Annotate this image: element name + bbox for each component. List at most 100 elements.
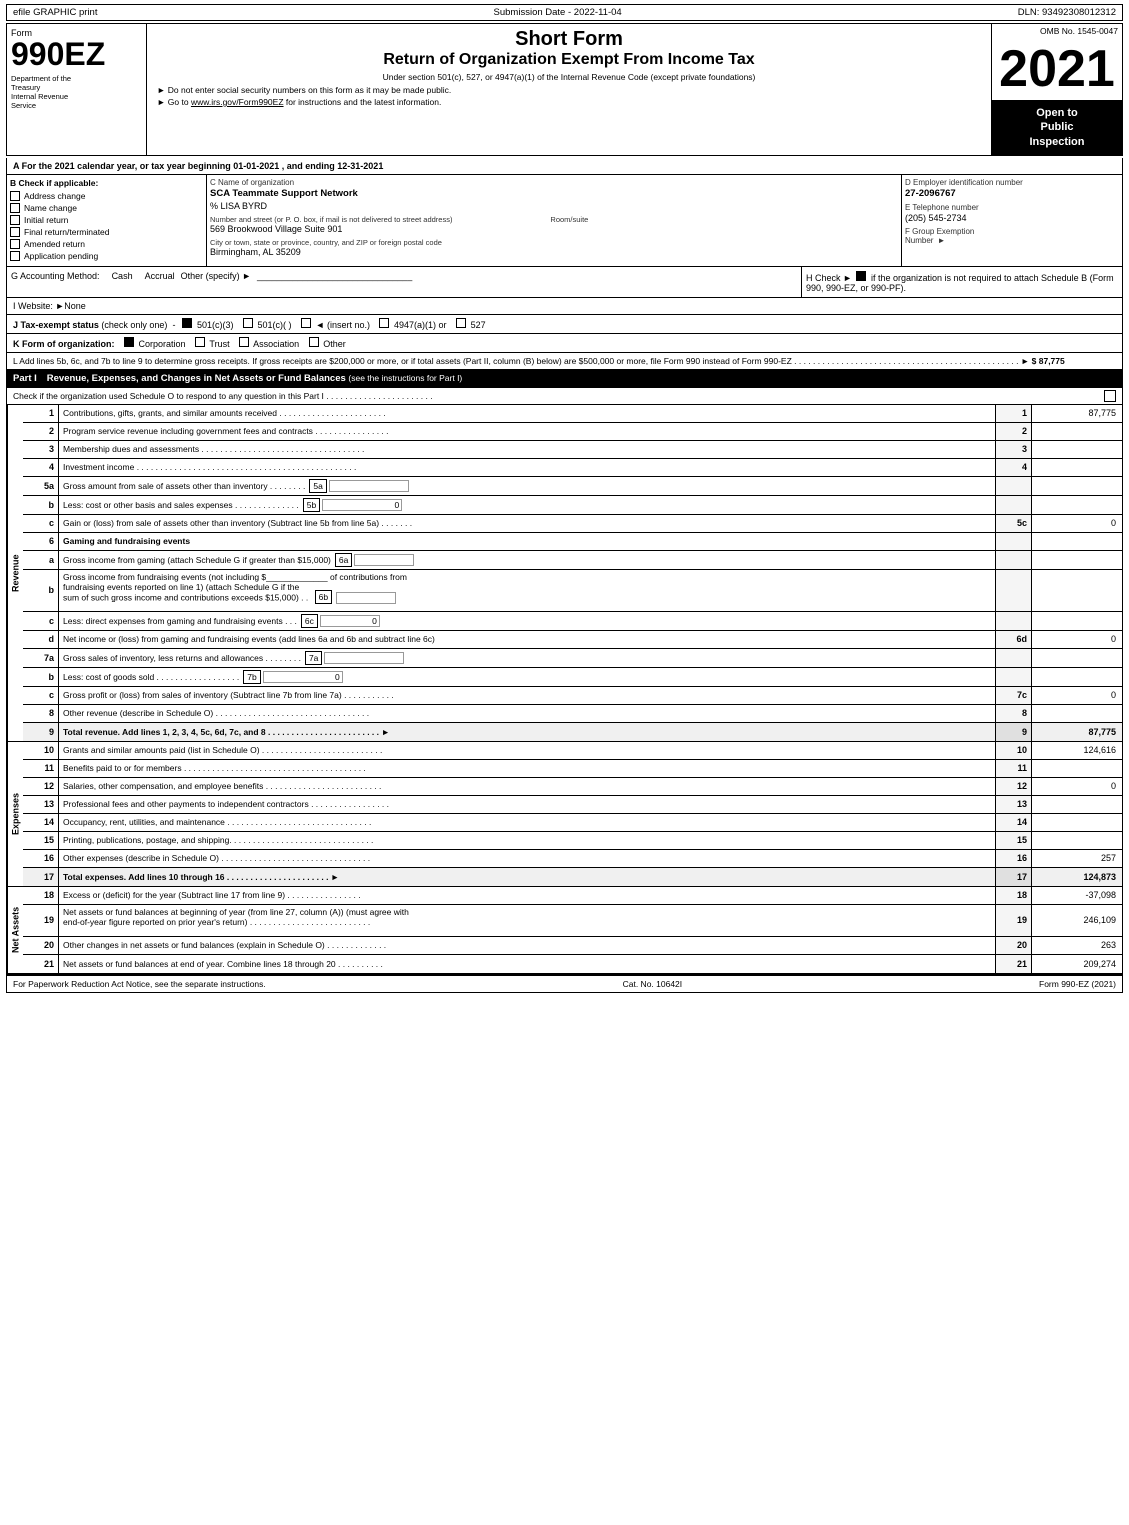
address-change-label: Address change [24, 191, 85, 201]
ein: 27-2096767 [905, 188, 1119, 199]
irs-link[interactable]: www.irs.gov/Form990EZ [191, 97, 284, 107]
dln: DLN: 93492308012312 [1018, 7, 1116, 18]
col-b: B Check if applicable: Address change Na… [7, 175, 207, 266]
checkbox-corporation[interactable] [124, 337, 134, 347]
checkbox-other-k[interactable] [309, 337, 319, 347]
cash-label: Cash [112, 271, 133, 281]
checkbox-final-return[interactable] [10, 227, 20, 237]
row-20: 20 Other changes in net assets or fund b… [23, 937, 1122, 955]
checkbox-amended-return[interactable] [10, 239, 20, 249]
h-text: if the organization is not required to a… [806, 273, 1114, 293]
j-note: (check only one) [101, 320, 167, 330]
row15-label: Printing, publications, postage, and shi… [59, 832, 996, 849]
h-label: H Check ► [806, 273, 852, 283]
checkbox-insert[interactable] [301, 318, 311, 328]
street-address: 569 Brookwood Village Suite 901 [210, 224, 898, 234]
checkbox-4947[interactable] [379, 318, 389, 328]
j-insert: ◄ (insert no.) [316, 320, 370, 330]
checkbox-501c3[interactable] [182, 318, 192, 328]
omb-number: OMB No. 1545-0047 [992, 24, 1122, 38]
row20-value: 263 [1032, 937, 1122, 954]
city: Birmingham, AL 35209 [210, 247, 898, 257]
row19-num: 19 [23, 905, 59, 936]
row6-label: Gaming and fundraising events [59, 533, 996, 550]
row10-num: 10 [23, 742, 59, 759]
row-11: 11 Benefits paid to or for members . . .… [23, 760, 1122, 778]
row-8: 8 Other revenue (describe in Schedule O)… [23, 705, 1122, 723]
revenue-section: Revenue 1 Contributions, gifts, grants, … [6, 405, 1123, 742]
row3-num: 3 [23, 441, 59, 458]
row6c-num: c [23, 612, 59, 630]
row9-num: 9 [23, 723, 59, 741]
row-14: 14 Occupancy, rent, utilities, and maint… [23, 814, 1122, 832]
row19-label: Net assets or fund balances at beginning… [59, 905, 996, 936]
net-assets-side-label: Net Assets [7, 887, 23, 973]
row11-label: Benefits paid to or for members . . . . … [59, 760, 996, 777]
row-6c: c Less: direct expenses from gaming and … [23, 612, 1122, 631]
section-i: I Website: ►None [6, 298, 1123, 315]
row5b-num: b [23, 496, 59, 514]
check-name-change: Name change [10, 203, 203, 213]
form-990ez: 990EZ [11, 38, 142, 70]
row10-value: 124,616 [1032, 742, 1122, 759]
row6b-num: b [23, 570, 59, 611]
checkbox-application-pending[interactable] [10, 251, 20, 261]
checkbox-527[interactable] [456, 318, 466, 328]
form-title-box: Short Form Return of Organization Exempt… [147, 24, 992, 155]
j-label: J Tax-exempt status [13, 320, 99, 330]
row5a-numright [996, 477, 1032, 495]
e-label: E Telephone number [905, 203, 1119, 212]
j-501c3: 501(c)(3) [197, 320, 234, 330]
row1-label: Contributions, gifts, grants, and simila… [59, 405, 996, 422]
row13-numright: 13 [996, 796, 1032, 813]
row4-numright: 4 [996, 459, 1032, 476]
row1-value: 87,775 [1032, 405, 1122, 422]
section-l: L Add lines 5b, 6c, and 7b to line 9 to … [6, 353, 1123, 370]
group-row: Number ► [905, 236, 1119, 245]
checkbox-address-change[interactable] [10, 191, 20, 201]
row21-label: Net assets or fund balances at end of ye… [59, 955, 996, 973]
row14-num: 14 [23, 814, 59, 831]
expenses-side-label: Expenses [7, 742, 23, 886]
checkbox-name-change[interactable] [10, 203, 20, 213]
checkbox-schedule-o[interactable] [1104, 390, 1116, 402]
row16-value: 257 [1032, 850, 1122, 867]
row6d-label: Net income or (loss) from gaming and fun… [59, 631, 996, 648]
row12-label: Salaries, other compensation, and employ… [59, 778, 996, 795]
instruction2: ► Go to www.irs.gov/Form990EZ for instru… [157, 97, 981, 107]
g-label: G Accounting Method: [11, 271, 100, 281]
instruction1: ► Do not enter social security numbers o… [157, 85, 981, 95]
c-label: C Name of organization [210, 178, 898, 187]
checkbox-initial-return[interactable] [10, 215, 20, 225]
row16-label: Other expenses (describe in Schedule O) … [59, 850, 996, 867]
row-10: 10 Grants and similar amounts paid (list… [23, 742, 1122, 760]
row6-numright [996, 533, 1032, 550]
row6a-numright [996, 551, 1032, 569]
d-label: D Employer identification number [905, 178, 1119, 187]
phone: (205) 545-2734 [905, 213, 1119, 223]
row14-numright: 14 [996, 814, 1032, 831]
row2-num: 2 [23, 423, 59, 440]
initial-return-label: Initial return [24, 215, 68, 225]
row-2: 2 Program service revenue including gove… [23, 423, 1122, 441]
row7a-num: 7a [23, 649, 59, 667]
top-bar: efile GRAPHIC print Submission Date - 20… [6, 4, 1123, 21]
k-corporation: Corporation [139, 339, 186, 349]
row19-numright: 19 [996, 905, 1032, 936]
checkbox-trust[interactable] [195, 337, 205, 347]
row2-numright: 2 [996, 423, 1032, 440]
amended-return-label: Amended return [24, 239, 85, 249]
checkbox-h[interactable] [856, 271, 866, 281]
section-k: K Form of organization: Corporation Trus… [6, 334, 1123, 353]
row12-num: 12 [23, 778, 59, 795]
checkbox-association[interactable] [239, 337, 249, 347]
row6c-value [1032, 612, 1122, 630]
row11-value [1032, 760, 1122, 777]
col-g: G Accounting Method: Cash Accrual Other … [7, 267, 802, 297]
l-arrow: ► [1021, 356, 1029, 366]
checkbox-501c[interactable] [243, 318, 253, 328]
row4-value [1032, 459, 1122, 476]
revenue-content: 1 Contributions, gifts, grants, and simi… [23, 405, 1122, 741]
row6d-numright: 6d [996, 631, 1032, 648]
row20-label: Other changes in net assets or fund bala… [59, 937, 996, 954]
